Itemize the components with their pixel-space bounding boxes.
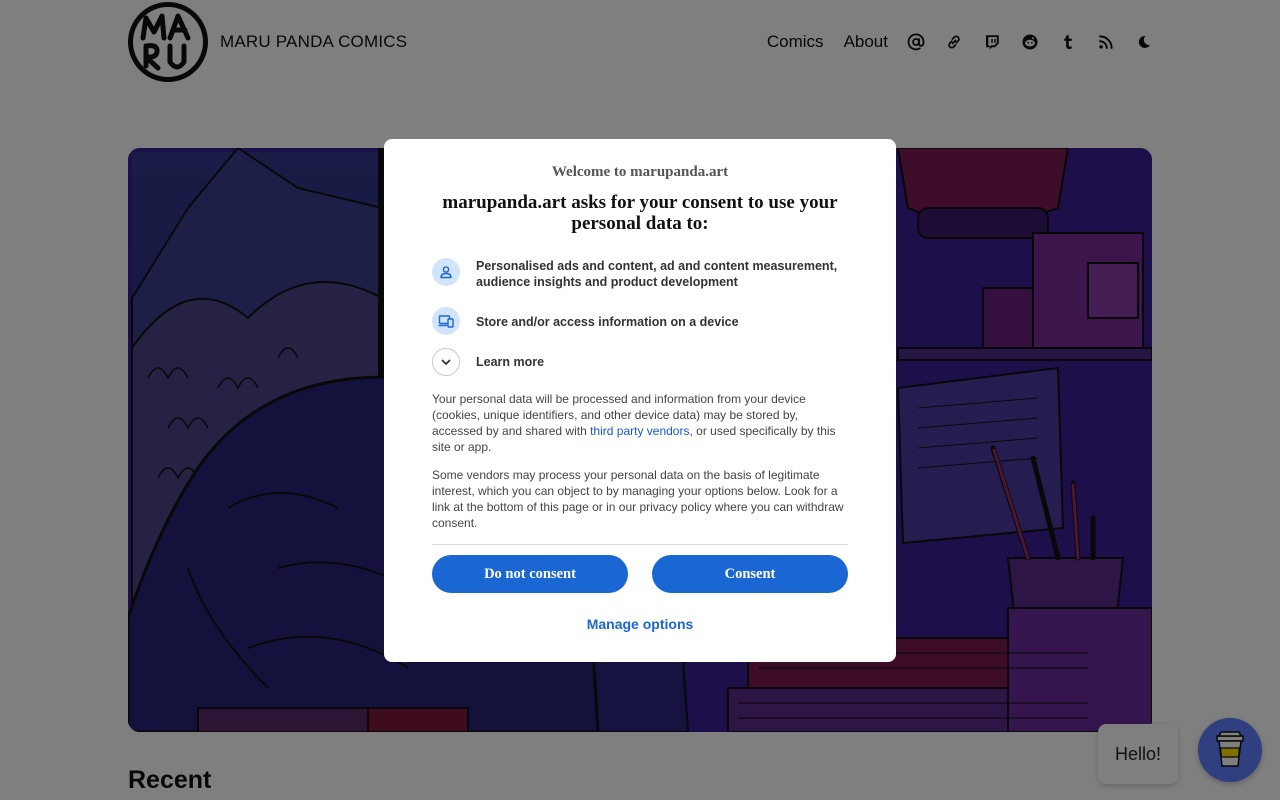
consent-button-row: Do not consent Consent xyxy=(432,555,848,593)
learn-more-toggle[interactable] xyxy=(432,348,460,376)
purpose-store-access-text: Store and/or access information on a dev… xyxy=(476,315,739,329)
third-party-vendors-link[interactable]: third party vendors xyxy=(590,424,689,438)
person-icon xyxy=(432,258,460,286)
consent-button[interactable]: Consent xyxy=(652,555,848,593)
purpose-personalised-ads: Personalised ads and content, ad and con… xyxy=(432,258,848,290)
do-not-consent-button[interactable]: Do not consent xyxy=(432,555,628,593)
chevron-down-icon xyxy=(441,359,451,365)
consent-divider xyxy=(432,544,848,545)
learn-more-row[interactable]: Learn more xyxy=(432,348,848,376)
devices-icon xyxy=(432,307,460,335)
consent-paragraph-vendors: Your personal data will be processed and… xyxy=(432,391,848,455)
consent-dialog: Welcome to marupanda.art marupanda.art a… xyxy=(384,139,896,662)
consent-paragraph-legitimate-interest: Some vendors may process your personal d… xyxy=(432,468,844,530)
purpose-store-access: Store and/or access information on a dev… xyxy=(432,307,848,335)
manage-options-link[interactable]: Manage options xyxy=(432,616,848,632)
purpose-personalised-ads-text: Personalised ads and content, ad and con… xyxy=(476,259,838,289)
consent-welcome-text: Welcome to marupanda.art xyxy=(551,164,729,180)
learn-more-label[interactable]: Learn more xyxy=(476,354,544,370)
consent-heading: marupanda.art asks for your consent to u… xyxy=(442,192,838,234)
